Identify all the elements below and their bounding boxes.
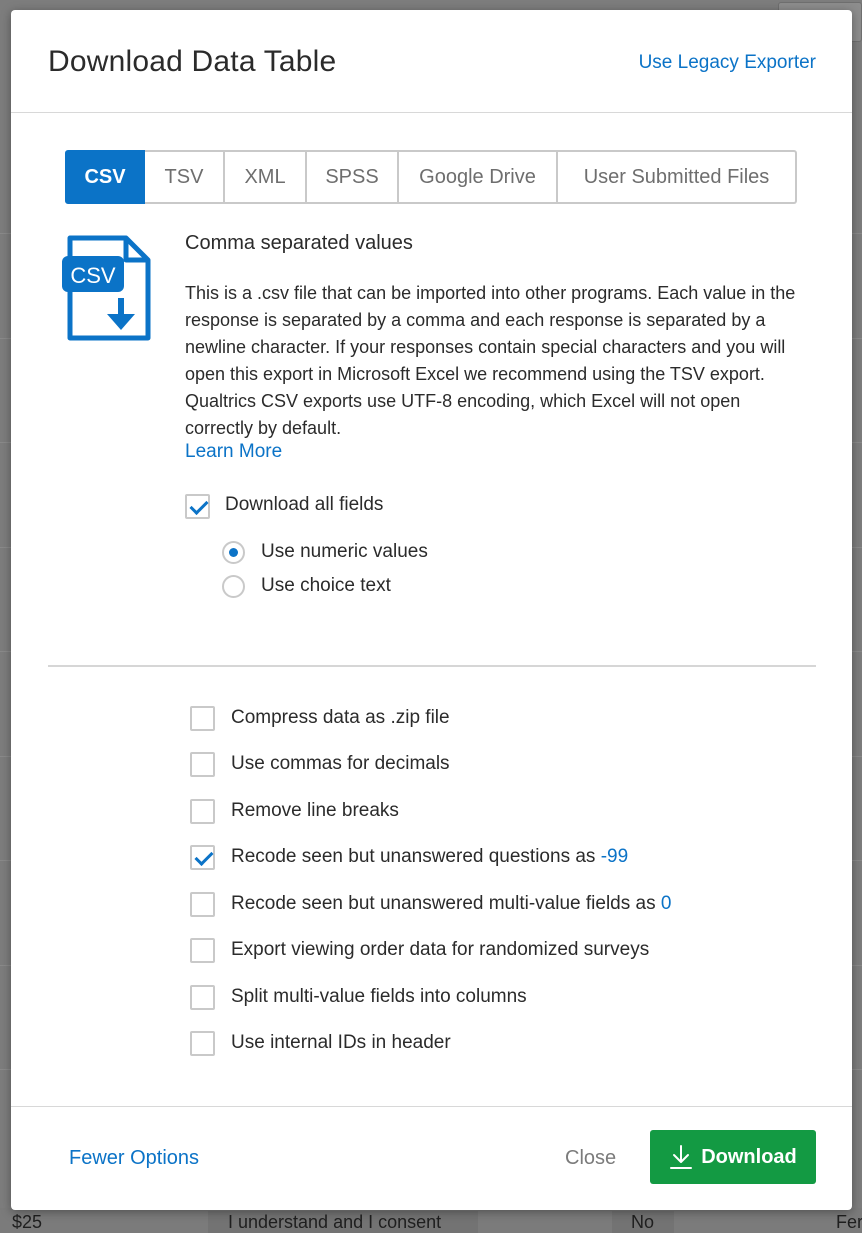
section-divider — [48, 665, 816, 667]
dialog-header: Download Data Table Use Legacy Exporter — [11, 10, 852, 113]
dialog-footer: Fewer Options Close Download — [11, 1106, 852, 1210]
background-table-row: $25 I understand and I consent No Fer — [0, 1208, 862, 1233]
export-viewing-order-checkbox[interactable] — [190, 938, 215, 963]
background-cell: $25 — [12, 1212, 43, 1232]
recode-multi-value-checkbox[interactable] — [190, 892, 215, 917]
split-multi-value-checkbox[interactable] — [190, 985, 215, 1010]
use-choice-text-radio[interactable] — [222, 575, 245, 598]
format-title: Comma separated values — [185, 232, 413, 254]
tab-google-drive[interactable]: Google Drive — [399, 150, 558, 204]
commas-for-decimals-label: Use commas for decimals — [231, 753, 450, 774]
recode-unanswered-questions-value[interactable]: -99 — [601, 846, 628, 867]
dialog-title: Download Data Table — [48, 45, 337, 78]
download-button-label: Download — [701, 1145, 797, 1168]
split-multi-value-label: Split multi-value fields into columns — [231, 986, 527, 1007]
csv-icon-label: CSV — [70, 263, 116, 288]
fewer-options-link[interactable]: Fewer Options — [69, 1147, 199, 1170]
use-legacy-exporter-link[interactable]: Use Legacy Exporter — [639, 52, 816, 74]
format-tabs: CSV TSV XML SPSS Google Drive User Submi… — [65, 150, 797, 204]
recode-multi-value-label: Recode seen but unanswered multi-value f… — [231, 893, 671, 915]
recode-multi-value-value[interactable]: 0 — [661, 893, 672, 914]
background-cell: I understand and I consent — [228, 1212, 442, 1232]
recode-unanswered-questions-label: Recode seen but unanswered questions as … — [231, 846, 628, 868]
close-button[interactable]: Close — [565, 1147, 616, 1170]
tab-tsv[interactable]: TSV — [145, 150, 225, 204]
download-all-fields-checkbox[interactable] — [185, 494, 210, 519]
tab-xml[interactable]: XML — [225, 150, 307, 204]
download-icon — [670, 1145, 693, 1169]
remove-line-breaks-checkbox[interactable] — [190, 799, 215, 824]
background-cell: Fer — [836, 1212, 862, 1232]
download-data-table-dialog: Download Data Table Use Legacy Exporter … — [11, 10, 852, 1210]
format-description: This is a .csv file that can be imported… — [185, 283, 796, 438]
export-viewing-order-label: Export viewing order data for randomized… — [231, 939, 650, 960]
background-cell: No — [631, 1212, 655, 1232]
commas-for-decimals-checkbox[interactable] — [190, 752, 215, 777]
compress-zip-checkbox[interactable] — [190, 706, 215, 731]
csv-file-download-icon: CSV — [62, 234, 154, 342]
learn-more-link[interactable]: Learn More — [185, 441, 282, 463]
tab-csv[interactable]: CSV — [65, 150, 145, 204]
recode-unanswered-questions-text: Recode seen but unanswered questions as — [231, 846, 596, 867]
use-choice-text-label: Use choice text — [261, 575, 391, 596]
internal-ids-header-label: Use internal IDs in header — [231, 1032, 451, 1053]
recode-multi-value-text: Recode seen but unanswered multi-value f… — [231, 893, 656, 914]
use-numeric-values-label: Use numeric values — [261, 541, 428, 562]
remove-line-breaks-label: Remove line breaks — [231, 800, 399, 821]
tab-spss[interactable]: SPSS — [307, 150, 399, 204]
use-numeric-values-radio[interactable] — [222, 541, 245, 564]
recode-unanswered-questions-checkbox[interactable] — [190, 845, 215, 870]
compress-zip-label: Compress data as .zip file — [231, 707, 450, 728]
download-button[interactable]: Download — [650, 1130, 816, 1184]
tab-user-submitted-files[interactable]: User Submitted Files — [558, 150, 797, 204]
internal-ids-header-checkbox[interactable] — [190, 1031, 215, 1056]
download-all-fields-label: Download all fields — [225, 494, 384, 515]
